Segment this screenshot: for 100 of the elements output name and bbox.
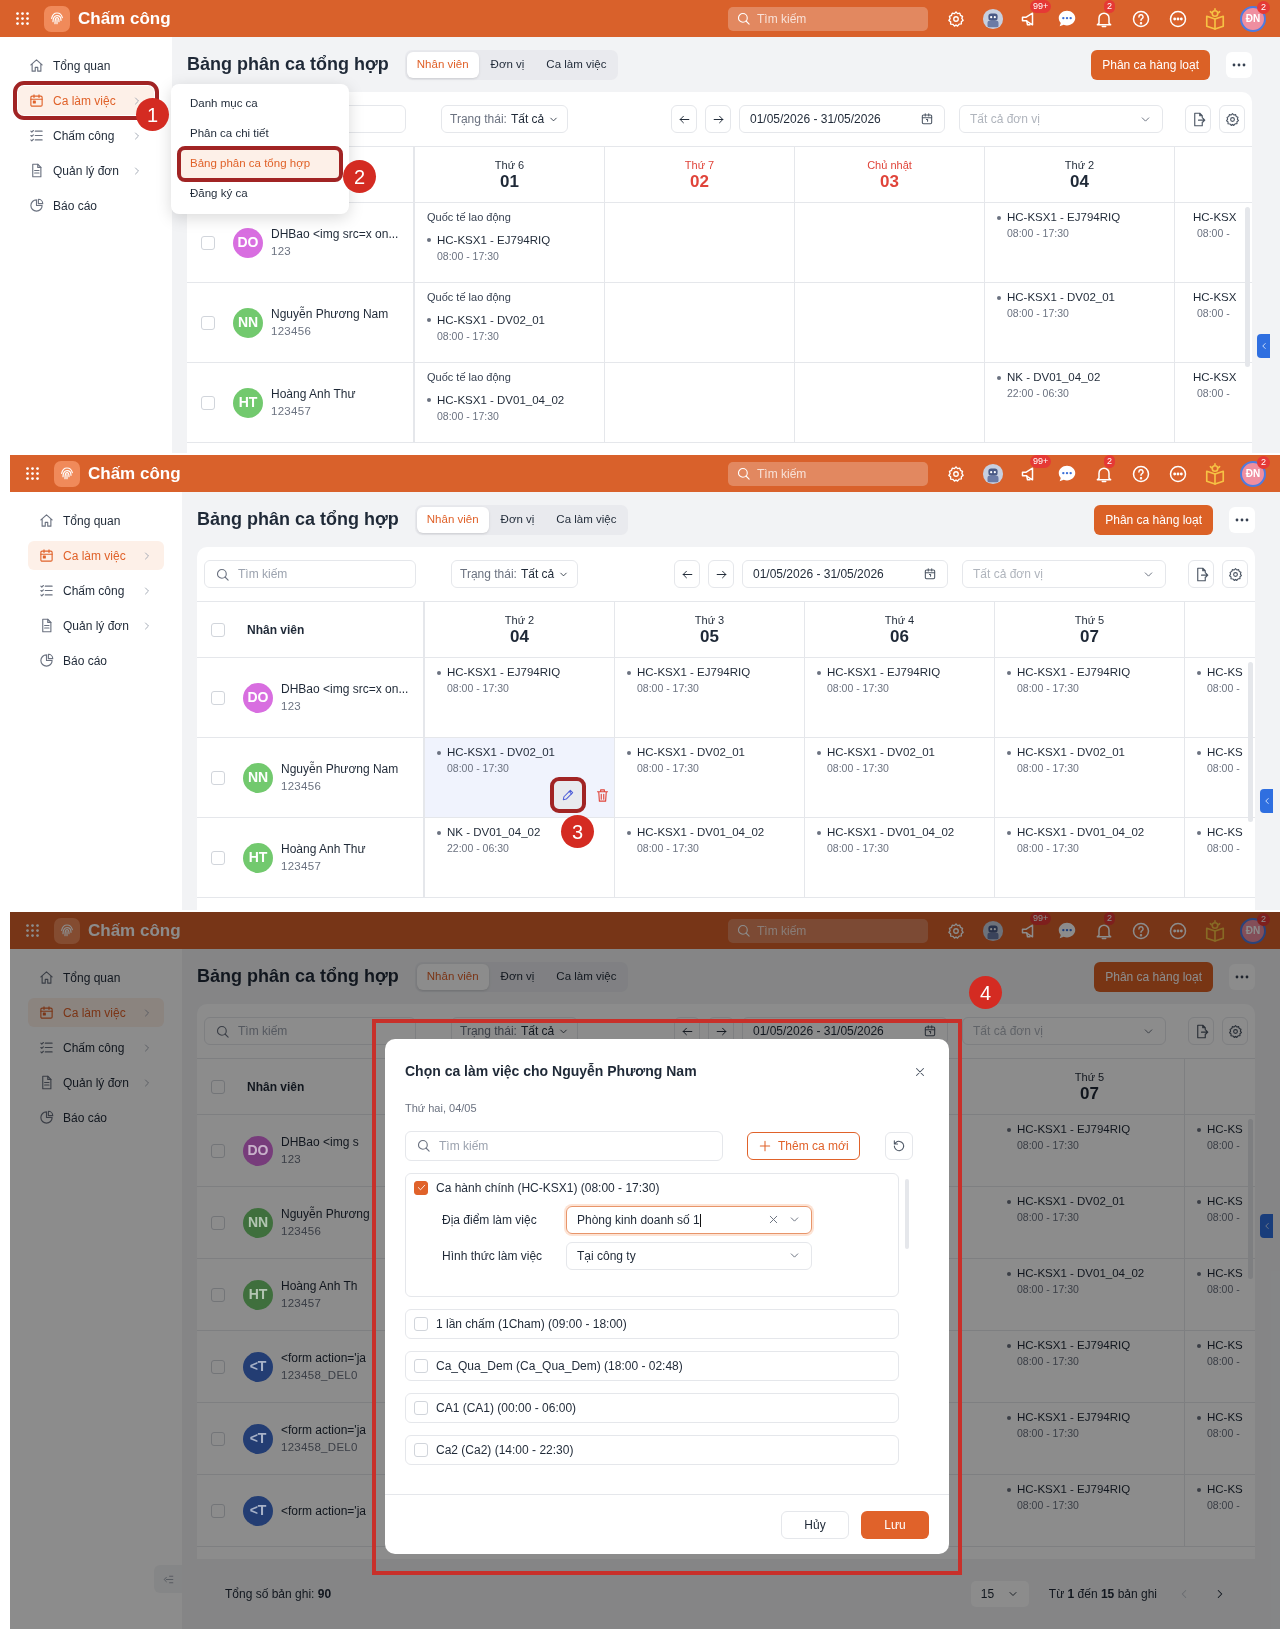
side-panel-toggle[interactable] [1260,789,1273,813]
tab[interactable]: Nhân viên [416,506,489,533]
shift-name: HC-KSX1 - DV01_04_02 [1017,1266,1145,1281]
export-button[interactable] [1188,560,1214,588]
sidebar-item[interactable]: Báo cáo [18,191,154,220]
tab[interactable]: Đơn vị [490,963,545,990]
day-header: Thứ 4 06 [805,602,995,657]
tab[interactable]: Đơn vị [490,506,545,533]
sidebar-item[interactable]: Tổng quan [28,963,164,992]
help-icon [1131,920,1151,941]
tab[interactable]: Nhân viên [406,51,479,78]
shift-time: 08:00 - [1207,1282,1241,1298]
employee-name: DHBao <img src=x on... [271,225,399,243]
tab[interactable]: Ca làm việc [546,506,627,533]
shift-name: HC-KS [1207,1482,1243,1497]
sidebar-item[interactable]: Báo cáo [28,1103,164,1132]
shift-option[interactable]: CA1 (CA1) (00:00 - 06:00) [405,1392,899,1423]
menu-item[interactable]: Danh mục ca [181,90,339,118]
avatar: <T [243,1423,273,1454]
settings-button[interactable] [1222,560,1248,588]
employee-code: 123 [281,1151,303,1167]
checklist-icon [39,1040,54,1055]
settings-button[interactable] [1222,1017,1248,1045]
more-icon [1168,8,1188,29]
page-title: Bảng phân ca tổng hợp [197,508,399,531]
shift-name: HC-KSX1 - DV01_04_02 [827,825,955,840]
side-panel-toggle[interactable] [1260,1214,1273,1238]
more-button[interactable] [1229,506,1255,533]
shift-time: 08:00 - 17:30 [1007,226,1070,242]
shift-time: 08:00 - 17:30 [447,681,510,697]
save-button[interactable]: Lưu [861,1510,929,1539]
cancel-button[interactable]: Hủy [781,1510,849,1539]
field-label: Hình thức làm việc [441,1247,544,1265]
selected-cell[interactable]: HC-KSX1 - DV02_01 08:00 - 17:30 [425,738,615,817]
export-button[interactable] [1185,105,1211,133]
sidebar-item[interactable]: Quản lý đơn [28,1068,164,1097]
checkbox[interactable] [414,1180,428,1195]
sidebar-item[interactable]: Tổng quan [28,506,164,535]
shift-time: 08:00 - 17:30 [1017,681,1080,697]
tab[interactable]: Ca làm việc [536,51,617,78]
sidebar-item[interactable]: Báo cáo [28,646,164,675]
tab[interactable]: Nhân viên [416,963,489,990]
more-icon [1235,517,1249,522]
tab[interactable]: Ca làm việc [546,963,627,990]
shift-name: HC-KS [1207,1194,1243,1209]
refresh-button[interactable] [884,1131,913,1160]
dialog-title: Chọn ca làm việc cho Nguyễn Phương Nam [405,1062,697,1081]
sidebar-item[interactable]: Chấm công [28,1033,164,1062]
shift-option[interactable]: Ca2 (Ca2) (14:00 - 22:30) [405,1434,899,1465]
date-range-field[interactable]: 01/05/2026 - 31/05/2026 [742,560,948,588]
fingerprint-icon [59,922,75,939]
side-panel-toggle[interactable] [1257,334,1270,358]
select-field[interactable]: Tại công ty [566,1241,812,1270]
holiday-label: Quốc tế lao động [427,370,512,385]
shift-option[interactable]: Ca_Qua_Dem (Ca_Qua_Dem) (18:00 - 02:48) [405,1350,899,1381]
search-icon [736,11,751,26]
notification-badge: 99+ [1030,912,1052,925]
record-range: Từ 1 đến 15 bản ghi [1048,1586,1157,1603]
shift-time: 08:00 - 17:30 [1017,1498,1080,1514]
shift-time: 08:00 - 17:30 [637,681,700,697]
more-button[interactable] [1229,963,1255,990]
date-range-field[interactable]: 01/05/2026 - 31/05/2026 [739,105,945,133]
sidebar-item[interactable]: Tổng quan [18,51,154,80]
help-icon [1131,8,1151,29]
notification-badge: 2 [1257,912,1270,926]
shift-time: 08:00 - 17:30 [1017,761,1080,777]
sidebar-item[interactable]: Ca làm việc [28,541,164,570]
avatar: HT [243,842,273,873]
shift-option[interactable]: 1 lần chấm (1Cham) (09:00 - 18:00) [405,1308,899,1339]
bulk-assign-button[interactable]: Phân ca hàng loạt [1094,961,1213,992]
shift-option[interactable]: Ca hành chính (HC-KSX1) (08:00 - 17:30) Địa điểm làm việc Phòng kinh doanh số 1 Hình thức làm việc Tại công ty [405,1172,899,1297]
tab[interactable]: Đơn vị [480,51,535,78]
shift-time: 08:00 - [1207,681,1241,697]
menu-item[interactable]: Phân ca chi tiết [181,120,339,148]
bulk-assign-button[interactable]: Phân ca hàng loạt [1094,504,1213,535]
settings-button[interactable] [1219,105,1245,133]
sidebar-item[interactable]: Quản lý đơn [28,611,164,640]
select-field[interactable]: Phòng kinh doanh số 1 [566,1205,812,1234]
more-button[interactable] [1226,51,1252,78]
notification-badge: 2 [1257,455,1270,469]
notification-badge: 2 [1257,0,1270,14]
add-shift-button[interactable]: Thêm ca mới [747,1131,860,1160]
employee-name: Hoàng Anh Th [281,1277,358,1295]
check-icon [415,1182,427,1193]
status-select[interactable]: Trạng thái: Tất cả [451,560,579,588]
avatar: <T [243,1351,273,1382]
notification-badge: 2 [1104,455,1115,468]
menu-item[interactable]: Đăng ký ca [181,180,339,208]
bulk-assign-button[interactable]: Phân ca hàng loạt [1091,49,1210,80]
shift-time: 08:00 - 17:30 [827,681,890,697]
shift-name: HC-KS [1207,1410,1243,1425]
app-name: Chấm công [88,919,181,942]
status-select[interactable]: Trạng thái: Tất cả [441,105,569,133]
shift-time: 08:00 - 17:30 [827,761,890,777]
shift-name: HC-KSX1 - EJ794RIQ [447,665,561,680]
export-button[interactable] [1188,1017,1214,1045]
calendar-icon [923,1024,937,1038]
page-size-select[interactable]: 15 [970,1581,1029,1607]
sidebar-item[interactable]: Chấm công [28,576,164,605]
sidebar-item[interactable]: Quản lý đơn [18,156,154,185]
